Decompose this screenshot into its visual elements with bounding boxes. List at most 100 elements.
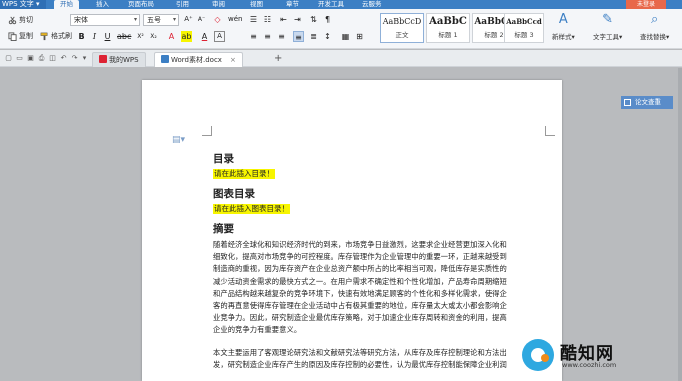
watermark: 酷知网 www.coozhi.com bbox=[522, 333, 682, 381]
find-replace-label: 查找替换 bbox=[640, 33, 666, 41]
copy-label: 复制 bbox=[19, 32, 33, 40]
preview-icon[interactable]: ◫ bbox=[48, 54, 57, 63]
distribute-button[interactable]: ≣ bbox=[308, 31, 319, 42]
figure-toc-heading: 图表目录 bbox=[213, 188, 255, 200]
abstract-line: 细致化，提高对市场竞争的可控程度。库存管理作为企业管理中的重要一环，正越来越受到 bbox=[213, 252, 507, 262]
document-page[interactable]: ▤▾ 目录 请在此插入目录！ 图表目录 请在此插入图表目录！ 摘要 随着经济全球… bbox=[142, 80, 562, 381]
save-icon[interactable]: ▣ bbox=[26, 54, 35, 63]
justify-button[interactable]: ≡ bbox=[293, 31, 304, 42]
chevron-down-icon: ▾ bbox=[133, 16, 137, 23]
superscript-button[interactable]: X² bbox=[135, 31, 146, 42]
chevron-down-icon[interactable]: ▾ bbox=[80, 54, 89, 63]
tab-review[interactable]: 审阅 bbox=[212, 0, 225, 9]
body-line: 发，研究制造企业库存产生的原因及库存控制的必要性，认为最优库存控制能保障企业利润 bbox=[213, 359, 507, 369]
tab-home[interactable]: 开始 bbox=[54, 0, 79, 9]
tab-word-material-label: Word素材.docx bbox=[171, 56, 222, 64]
bullet-list-button[interactable]: ☰ bbox=[248, 14, 259, 25]
abstract-line: 制造商的重视，因为库存资产在企业总资产额中所占的比率相当可观，降低库存是实质性的 bbox=[213, 264, 507, 274]
tab-references[interactable]: 引用 bbox=[176, 0, 189, 9]
sort-button[interactable]: ⇅ bbox=[308, 14, 319, 25]
italic-button[interactable]: I bbox=[89, 31, 100, 42]
align-center-button[interactable]: ≡ bbox=[262, 31, 273, 42]
margin-corner-top-left bbox=[202, 126, 212, 136]
highlight-button[interactable]: ab bbox=[181, 31, 192, 42]
search-icon: ⌕ bbox=[650, 12, 659, 27]
login-button[interactable]: 未登录 bbox=[626, 0, 666, 9]
clear-format-button[interactable]: ◇ bbox=[212, 14, 223, 25]
text-tools-button[interactable]: ✎ 文字工具▾ bbox=[593, 12, 622, 41]
style-heading-1-sample: AaBbC bbox=[429, 16, 467, 27]
abstract-line: 减少活动资金需求的最快方式之一。在用户需求不确定性和个性化增加，产品寿命周期缩短 bbox=[213, 276, 507, 286]
shrink-font-button[interactable]: A⁻ bbox=[196, 14, 207, 25]
style-normal[interactable]: AaBbCcD 正文 bbox=[380, 13, 424, 43]
align-right-button[interactable]: ≡ bbox=[276, 31, 287, 42]
tab-my-wps[interactable]: 我的WPS bbox=[92, 52, 146, 67]
text-effect-button[interactable]: A bbox=[166, 31, 177, 42]
abstract-line: 企业的竞争力有重要意义。 bbox=[213, 325, 302, 335]
decrease-indent-button[interactable]: ⇤ bbox=[278, 14, 289, 25]
abstract-line: 客的再直意使得库存管理在企业活动中占有极其重要的地位，库存量太大或太小都会影响企 bbox=[213, 301, 507, 311]
find-replace-button[interactable]: ⌕ 查找替换▾ bbox=[640, 12, 669, 41]
style-heading-1[interactable]: AaBbC 标题 1 bbox=[426, 13, 470, 43]
shading-button[interactable]: ▦ bbox=[340, 31, 351, 42]
font-size-select[interactable]: 五号 ▾ bbox=[143, 14, 179, 26]
abstract-line: 随着经济全球化和知识经济时代的到来，市场竞争日益激烈，这要求企业经营更加深入化和 bbox=[213, 240, 507, 249]
open-icon[interactable]: ▭ bbox=[15, 54, 24, 63]
watermark-logo-icon bbox=[522, 339, 554, 371]
body-line: 本文主要运用了客观理论研究法和文献研究法等研究方法，从库存及库存控制理论和方法出 bbox=[213, 347, 507, 357]
line-spacing-button[interactable]: ↕ bbox=[322, 31, 333, 42]
subscript-button[interactable]: X₂ bbox=[148, 31, 159, 42]
style-heading-3-sample: AaBbCcd bbox=[506, 17, 542, 26]
cut-label: 剪切 bbox=[19, 16, 33, 24]
format-painter-label: 格式刷 bbox=[51, 32, 72, 40]
tab-insert[interactable]: 插入 bbox=[96, 0, 109, 9]
plagiarism-check-label: 论文查重 bbox=[635, 98, 661, 106]
font-family-select[interactable]: 宋体 ▾ bbox=[70, 14, 140, 26]
style-heading-1-label: 标题 1 bbox=[438, 31, 458, 39]
plagiarism-check-button[interactable]: 论文查重 bbox=[621, 96, 673, 109]
tab-word-material[interactable]: Word素材.docx × bbox=[154, 52, 243, 67]
menu-bar: WPS 文字 ▾ 开始 插入 页面布局 引用 审阅 视图 章节 开发工具 云服务… bbox=[0, 0, 682, 9]
toc-placeholder: 请在此插入目录！ bbox=[213, 169, 275, 179]
format-painter-button[interactable]: 格式刷 bbox=[40, 31, 72, 41]
paragraph-handle-icon[interactable]: ▤▾ bbox=[172, 135, 185, 145]
new-doc-icon[interactable]: ▢ bbox=[4, 54, 13, 63]
tab-developer[interactable]: 开发工具 bbox=[318, 0, 344, 9]
pinyin-button[interactable]: wén bbox=[228, 14, 242, 25]
document-tab-bar: ▢ ▭ ▣ ⎙ ◫ ↶ ↷ ▾ 我的WPS Word素材.docx × + bbox=[0, 50, 682, 67]
font-family-value: 宋体 bbox=[74, 16, 88, 24]
grow-font-button[interactable]: A⁺ bbox=[183, 14, 194, 25]
new-style-button[interactable]: A 新样式▾ bbox=[552, 12, 575, 41]
undo-icon[interactable]: ↶ bbox=[59, 54, 68, 63]
copy-button[interactable]: 复制 bbox=[8, 31, 33, 41]
brush-icon bbox=[40, 32, 48, 40]
font-size-value: 五号 bbox=[147, 16, 161, 24]
print-icon[interactable]: ⎙ bbox=[37, 54, 46, 63]
numbered-list-button[interactable]: ☷ bbox=[262, 14, 273, 25]
document-content[interactable]: 目录 请在此插入目录！ 图表目录 请在此插入图表目录！ 摘要 随着经济全球化和知… bbox=[213, 152, 549, 371]
style-normal-sample: AaBbCcD bbox=[382, 17, 422, 26]
app-name: WPS 文字 bbox=[2, 0, 34, 8]
show-marks-button[interactable]: ¶ bbox=[322, 14, 333, 25]
style-normal-label: 正文 bbox=[395, 31, 409, 39]
close-icon[interactable]: × bbox=[230, 56, 236, 64]
align-left-button[interactable]: ≡ bbox=[248, 31, 259, 42]
tab-cloud-service[interactable]: 云服务 bbox=[362, 0, 382, 9]
font-color-button[interactable]: A bbox=[199, 31, 210, 42]
cut-button[interactable]: 剪切 bbox=[8, 15, 33, 25]
tab-page-layout[interactable]: 页面布局 bbox=[128, 0, 154, 9]
add-tab-icon[interactable]: + bbox=[274, 53, 282, 64]
char-border-button[interactable]: A bbox=[214, 31, 225, 42]
borders-button[interactable]: ⊞ bbox=[354, 31, 365, 42]
bold-button[interactable]: B bbox=[76, 31, 87, 42]
increase-indent-button[interactable]: ⇥ bbox=[292, 14, 303, 25]
style-heading-3[interactable]: AaBbCcd 标题 3 bbox=[504, 13, 544, 43]
underline-button[interactable]: U bbox=[102, 31, 113, 42]
redo-icon[interactable]: ↷ bbox=[70, 54, 79, 63]
margin-corner-top-right bbox=[545, 126, 555, 136]
tab-my-wps-label: 我的WPS bbox=[109, 56, 139, 64]
tab-view[interactable]: 视图 bbox=[250, 0, 263, 9]
app-menu-button[interactable]: WPS 文字 ▾ bbox=[0, 0, 46, 9]
strikethrough-button[interactable]: abc bbox=[117, 31, 131, 42]
tab-chapter[interactable]: 章节 bbox=[286, 0, 299, 9]
